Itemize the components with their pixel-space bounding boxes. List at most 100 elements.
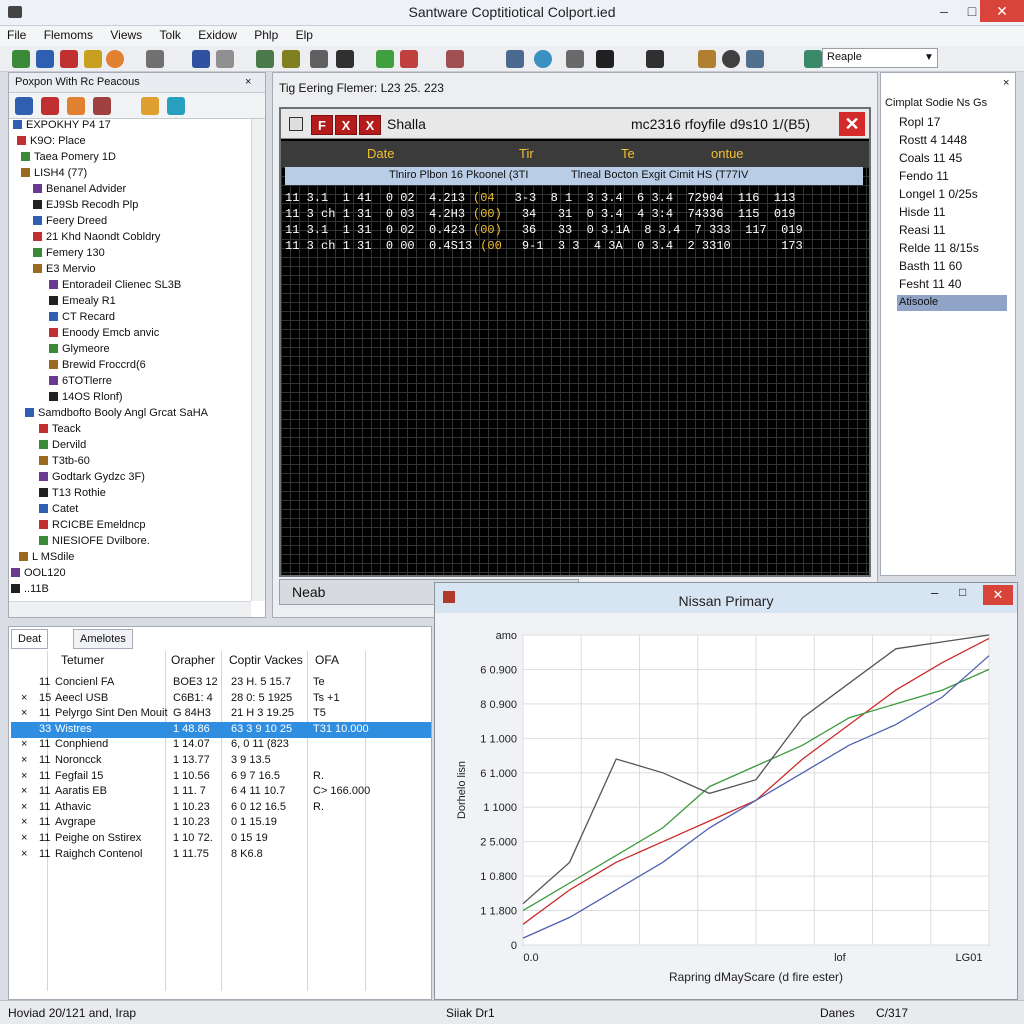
column-header[interactable]: Tetumer	[61, 653, 104, 667]
tree-item[interactable]: Taea Pomery 1D	[21, 151, 116, 163]
tree-item[interactable]: Femery 130	[33, 247, 105, 259]
tree-item[interactable]: Catet	[39, 503, 78, 515]
stop-icon[interactable]	[400, 50, 418, 68]
sync-icon[interactable]	[566, 50, 584, 68]
close-button[interactable]: ✕	[980, 0, 1024, 22]
refresh-icon[interactable]	[84, 50, 102, 68]
tree-item[interactable]: L MSdile	[19, 551, 74, 563]
tab-deat[interactable]: Deat	[11, 629, 49, 649]
tree-item[interactable]: Teack	[39, 423, 81, 435]
tree-scrollbar-vertical[interactable]	[251, 119, 265, 601]
debug-icon[interactable]	[446, 50, 464, 68]
property-item[interactable]: Longel 1 0/25s	[899, 187, 978, 201]
table-row[interactable]: × 11 Conphiend 1 14.07 6, 0 11 (823	[11, 737, 431, 753]
property-item[interactable]: Ropl 17	[899, 115, 940, 129]
table-row[interactable]: × 11 Noroncck 1 13.77 3 9 13.5	[11, 753, 431, 769]
table-row[interactable]: 11 Concienl FA BOE3 12 23 H. 5 15.7 Te	[11, 675, 431, 691]
tree-item[interactable]: Benanel Advider	[33, 183, 126, 195]
property-item[interactable]: Fesht 11 40	[899, 277, 961, 291]
tree-item[interactable]: EXPOKHY P4 17	[13, 119, 111, 131]
edit-icon[interactable]	[336, 50, 354, 68]
copy-icon[interactable]	[216, 50, 234, 68]
tab-amelotes[interactable]: Amelotes	[73, 629, 133, 649]
column-header[interactable]: OFA	[315, 653, 339, 667]
tree-item[interactable]: 21 Khd Naondt Cobldry	[33, 231, 160, 243]
property-item[interactable]: Rostt 4 1448	[899, 133, 967, 147]
chevron-down-icon[interactable]: ▼	[924, 52, 934, 63]
menu-phlp[interactable]: Phlp	[247, 26, 285, 44]
minimize-button[interactable]: –	[931, 585, 938, 600]
table-row[interactable]: × 11 Fegfail 15 1 10.56 6 9 7 16.5 R.	[11, 769, 431, 785]
table-row[interactable]: × 11 Raighch Contenol 1 11.75 8 K6.8	[11, 847, 431, 863]
home-icon[interactable]	[15, 97, 33, 115]
cut-icon[interactable]	[192, 50, 210, 68]
tree-item[interactable]: Brewid Froccrd(6	[49, 359, 146, 371]
tree-item[interactable]: Enoody Emcb anvic	[49, 327, 159, 339]
menu-views[interactable]: Views	[103, 26, 149, 44]
column-header[interactable]: Orapher	[171, 653, 215, 667]
table-row[interactable]: × 11 Aaratis EB 1 11. 7 6 4 11 10.7 C> 166.00…	[11, 784, 431, 800]
menu-exidow[interactable]: Exidow	[191, 26, 244, 44]
close-icon[interactable]: ×	[245, 76, 251, 88]
menu-elp[interactable]: Elp	[289, 26, 320, 44]
tree-item[interactable]: Glymeore	[49, 343, 110, 355]
column-header[interactable]: Tir	[519, 146, 534, 161]
tree-item[interactable]: ..11B	[11, 583, 49, 595]
tree-item[interactable]: NIESIOFE Dvilbore.	[39, 535, 150, 547]
save-icon[interactable]	[36, 50, 54, 68]
column-header[interactable]: Coptir Vackes	[229, 653, 303, 667]
link-icon[interactable]	[310, 50, 328, 68]
globe-icon[interactable]	[534, 50, 552, 68]
folder-icon[interactable]	[141, 97, 159, 115]
monitor-icon[interactable]	[596, 50, 614, 68]
properties-selected[interactable]: Atisoole	[897, 295, 1007, 311]
settings-icon[interactable]	[282, 50, 300, 68]
palette-icon[interactable]	[804, 50, 822, 68]
tree-item[interactable]: LISH4 (77)	[21, 167, 87, 179]
table-row[interactable]: × 15 Aeecl USB C6B1: 4 28 0: 5 1925 Ts +1	[11, 691, 431, 707]
profile-select[interactable]: Reaple	[822, 48, 938, 68]
table-row[interactable]: 33 Wistres 1 48.86 63 3 9 10 25 T31 10.000	[11, 721, 431, 738]
close-icon[interactable]: ×	[1003, 77, 1009, 89]
menu-flemoms[interactable]: Flemoms	[37, 26, 100, 44]
gauge-icon[interactable]	[722, 50, 740, 68]
tree-item[interactable]: CT Recard	[49, 311, 115, 323]
wrench-icon[interactable]	[746, 50, 764, 68]
table-row[interactable]: × 11 Athavic 1 10.23 6 0 12 16.5 R.	[11, 800, 431, 816]
table-row[interactable]: × 11 Peighe on Sstirex 1 10 72. 0 15 19	[11, 831, 431, 847]
tree-item[interactable]: Samdbofto Booly Angl Grcat SaHA	[25, 407, 208, 419]
tree-item[interactable]: Emealy R1	[49, 295, 116, 307]
disk-icon[interactable]	[646, 50, 664, 68]
chart-icon[interactable]	[506, 50, 524, 68]
tree-item[interactable]: T3tb-60	[39, 455, 90, 467]
tree-item[interactable]: E3 Mervio	[33, 263, 96, 275]
filter-icon[interactable]	[167, 97, 185, 115]
tree-item[interactable]: K9O: Place	[17, 135, 86, 147]
tree-item[interactable]: 14OS Rlonf)	[49, 391, 123, 403]
property-item[interactable]: Fendo 11	[899, 169, 949, 183]
lock-icon[interactable]	[698, 50, 716, 68]
close-icon[interactable]: ✕	[839, 112, 865, 136]
paste-icon[interactable]	[256, 50, 274, 68]
maximize-button[interactable]: □	[959, 585, 966, 599]
menu-tolk[interactable]: Tolk	[153, 26, 188, 44]
tool-icon[interactable]	[146, 50, 164, 68]
flag-icon[interactable]	[93, 97, 111, 115]
column-header[interactable]: Te	[621, 146, 635, 161]
tree-scrollbar-horizontal[interactable]	[9, 601, 251, 617]
minimize-button[interactable]: –	[930, 0, 958, 22]
tree-item[interactable]: Entoradeil Clienec SL3B	[49, 279, 181, 291]
tree-item[interactable]: Godtark Gydzc 3F)	[39, 471, 145, 483]
table-row[interactable]: × 11 Avgrape 1 10.23 0 1 15.19	[11, 815, 431, 831]
run-icon[interactable]	[376, 50, 394, 68]
tree-item[interactable]: 6TOTlerre	[49, 375, 112, 387]
property-item[interactable]: Reasi 11	[899, 223, 945, 237]
property-item[interactable]: Basth 11 60	[899, 259, 962, 273]
column-header[interactable]: Date	[367, 146, 394, 161]
target-icon[interactable]	[106, 50, 124, 68]
table-row[interactable]: × 11 Pelyrgo Sint Den Mouit G 84H3 21 H 3 19…	[11, 706, 431, 722]
menu-file[interactable]: File	[0, 26, 33, 44]
property-item[interactable]: Relde 11 8/15s	[899, 241, 979, 255]
tree-item[interactable]: RCICBE Emeldncp	[39, 519, 146, 531]
property-item[interactable]: Hisde 11	[899, 205, 945, 219]
